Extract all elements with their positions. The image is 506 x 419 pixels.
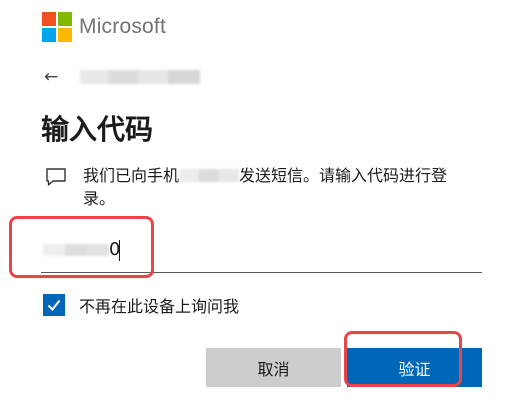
code-input-highlight bbox=[9, 216, 154, 278]
logo-square-green bbox=[58, 12, 72, 26]
chat-bubble-icon bbox=[46, 168, 66, 186]
sms-message: 我们已向手机 发送短信。请输入代码进行登录。 bbox=[45, 164, 475, 210]
verify-button-highlight bbox=[344, 331, 462, 387]
masked-phone-number bbox=[179, 169, 240, 182]
logo-square-red bbox=[42, 12, 56, 26]
remember-device-option[interactable]: 不再在此设备上询问我 bbox=[43, 293, 239, 317]
message-text-before: 我们已向手机 bbox=[83, 166, 180, 185]
masked-account-identity bbox=[80, 70, 200, 84]
microsoft-logo: Microsoft bbox=[42, 12, 166, 42]
page-title: 输入代码 bbox=[41, 113, 154, 146]
message-text: 我们已向手机 发送短信。请输入代码进行登录。 bbox=[83, 164, 475, 210]
windows-logo-icon bbox=[42, 12, 72, 42]
cancel-button[interactable]: 取消 bbox=[206, 348, 341, 387]
checkmark-icon bbox=[47, 299, 61, 312]
identity-row: ← bbox=[44, 64, 200, 90]
brand-name: Microsoft bbox=[79, 15, 166, 38]
logo-square-yellow bbox=[58, 28, 72, 42]
logo-square-blue bbox=[42, 28, 56, 42]
remember-label: 不再在此设备上询问我 bbox=[79, 297, 240, 316]
back-arrow-icon[interactable]: ← bbox=[44, 67, 70, 87]
remember-checkbox[interactable] bbox=[43, 294, 65, 316]
